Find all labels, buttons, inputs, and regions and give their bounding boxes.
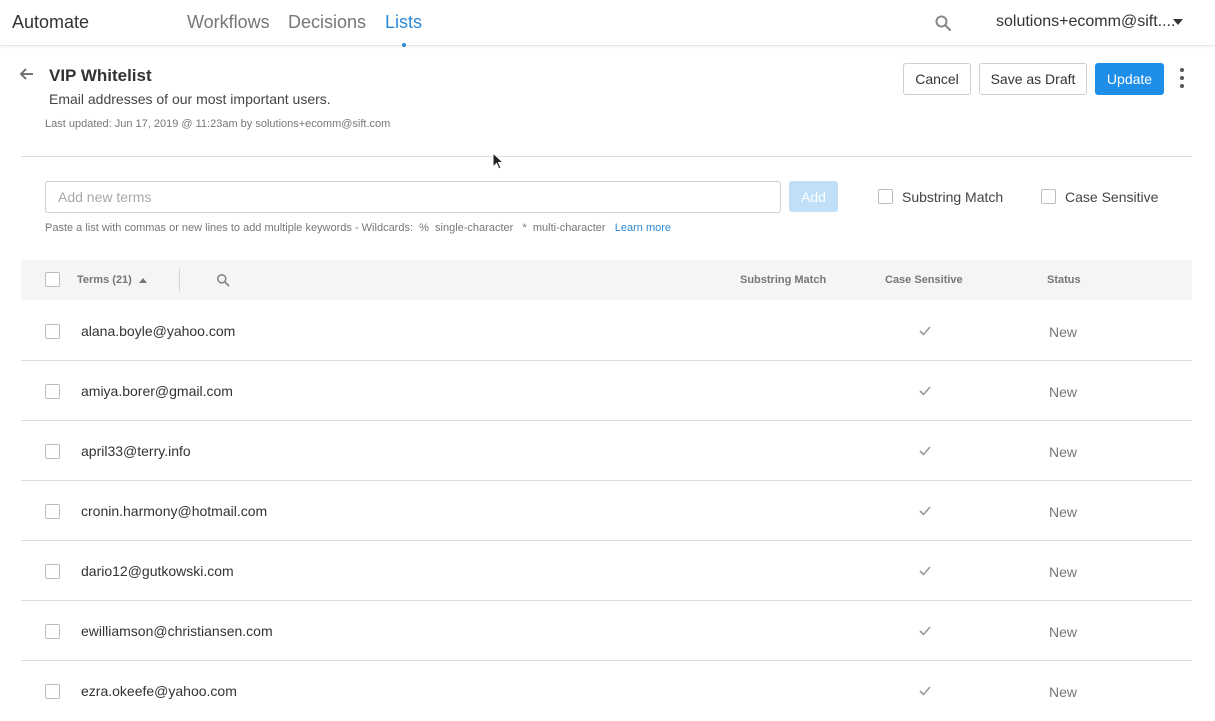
check-icon	[919, 386, 931, 396]
nav-lists[interactable]: Lists	[385, 12, 423, 47]
status-cell: New	[1049, 564, 1078, 580]
term-cell: ezra.okeefe@yahoo.com	[81, 683, 237, 699]
table-header: Terms (21) Substring Match Case Sensitiv…	[21, 260, 1192, 300]
nav-lists-label: Lists	[385, 12, 423, 32]
row-checkbox[interactable]	[45, 684, 60, 699]
last-updated: Last updated: Jun 17, 2019 @ 11:23am by …	[45, 118, 391, 130]
table-row: april33@terry.info New	[21, 421, 1192, 481]
term-cell: amiya.borer@gmail.com	[81, 383, 233, 399]
column-case-sensitive: Case Sensitive	[885, 274, 963, 286]
column-terms[interactable]: Terms (21)	[77, 274, 132, 286]
substring-match-label: Substring Match	[902, 189, 1004, 205]
nav-decisions[interactable]: Decisions	[288, 12, 366, 33]
status-cell: New	[1049, 684, 1078, 700]
check-icon	[919, 446, 931, 456]
kebab-menu-icon[interactable]	[1178, 68, 1186, 90]
select-all-checkbox[interactable]	[45, 272, 60, 287]
back-arrow-icon[interactable]	[18, 66, 36, 82]
cursor-icon	[492, 152, 504, 170]
row-checkbox[interactable]	[45, 624, 60, 639]
row-checkbox[interactable]	[45, 324, 60, 339]
status-cell: New	[1049, 444, 1078, 460]
add-terms-input[interactable]	[45, 181, 781, 213]
account-menu[interactable]: solutions+ecomm@sift....	[996, 13, 1175, 31]
row-checkbox[interactable]	[45, 384, 60, 399]
top-nav: Automate Workflows Decisions Lists solut…	[0, 0, 1215, 47]
row-checkbox[interactable]	[45, 504, 60, 519]
search-icon[interactable]	[216, 273, 230, 287]
column-substring-match: Substring Match	[740, 274, 827, 286]
row-checkbox[interactable]	[45, 564, 60, 579]
add-terms-hint: Paste a list with commas or new lines to…	[45, 222, 671, 234]
term-cell: alana.boyle@yahoo.com	[81, 323, 236, 339]
case-sensitive-label: Case Sensitive	[1065, 189, 1159, 205]
table-row: alana.boyle@yahoo.com New	[21, 301, 1192, 361]
sort-up-icon[interactable]	[139, 278, 147, 283]
status-cell: New	[1049, 324, 1078, 340]
check-icon	[919, 326, 931, 336]
page-title: VIP Whitelist	[49, 66, 152, 85]
row-checkbox[interactable]	[45, 444, 60, 459]
case-sensitive-checkbox[interactable]	[1041, 189, 1056, 204]
brand-title: Automate	[12, 12, 90, 32]
save-draft-button[interactable]: Save as Draft	[979, 63, 1087, 95]
check-icon	[919, 626, 931, 636]
check-icon	[919, 506, 931, 516]
status-cell: New	[1049, 384, 1078, 400]
column-status: Status	[1047, 274, 1081, 286]
active-indicator	[402, 43, 406, 47]
status-cell: New	[1049, 624, 1078, 640]
term-cell: april33@terry.info	[81, 443, 191, 459]
column-separator	[179, 269, 180, 291]
chevron-down-icon[interactable]	[1173, 19, 1183, 25]
check-icon	[919, 686, 931, 696]
table-row: cronin.harmony@hotmail.com New	[21, 481, 1192, 541]
term-cell: dario12@gutkowski.com	[81, 563, 234, 579]
learn-more-link[interactable]: Learn more	[615, 222, 671, 234]
divider	[21, 156, 1192, 157]
add-button[interactable]: Add	[789, 181, 838, 212]
nav-workflows[interactable]: Workflows	[187, 12, 270, 33]
cancel-button[interactable]: Cancel	[903, 63, 971, 95]
substring-match-checkbox[interactable]	[878, 189, 893, 204]
table-row: amiya.borer@gmail.com New	[21, 361, 1192, 421]
page-description: Email addresses of our most important us…	[49, 91, 331, 107]
term-cell: ewilliamson@christiansen.com	[81, 623, 273, 639]
hint-text: Paste a list with commas or new lines to…	[45, 222, 606, 234]
table-row: ewilliamson@christiansen.com New	[21, 601, 1192, 661]
status-cell: New	[1049, 504, 1078, 520]
table-row: dario12@gutkowski.com New	[21, 541, 1192, 601]
update-button[interactable]: Update	[1095, 63, 1164, 95]
term-cell: cronin.harmony@hotmail.com	[81, 503, 268, 519]
search-icon[interactable]	[934, 14, 952, 32]
table-row: ezra.okeefe@yahoo.com New	[21, 661, 1192, 721]
check-icon	[919, 566, 931, 576]
